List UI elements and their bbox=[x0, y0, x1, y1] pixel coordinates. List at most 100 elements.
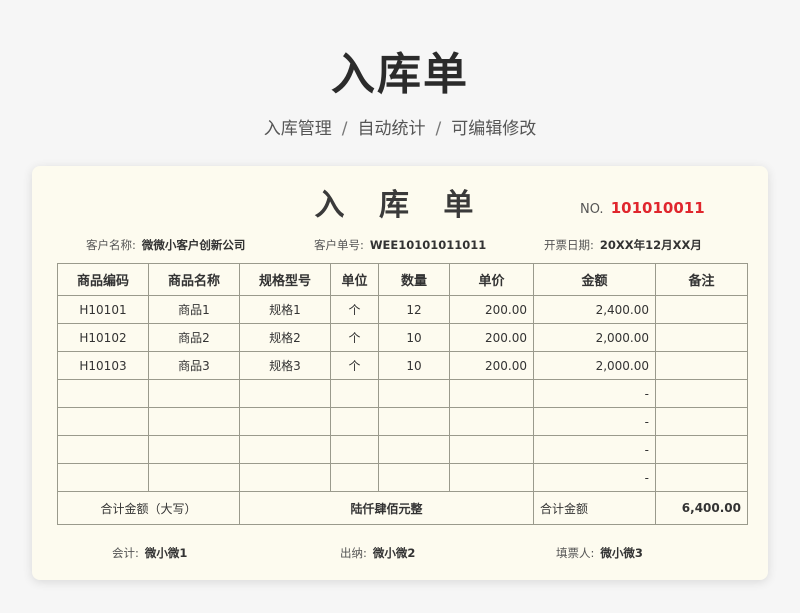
signature-cashier: 出纳: 微小微2 bbox=[340, 545, 415, 561]
cell-amount[interactable]: - bbox=[533, 435, 656, 464]
customer-name-value: 微微小客户创新公司 bbox=[141, 238, 246, 252]
cell-item-name[interactable]: 商品3 bbox=[148, 351, 240, 380]
cell-item-code[interactable] bbox=[57, 463, 149, 492]
cell-quantity[interactable]: 10 bbox=[378, 323, 450, 352]
table-row: H10103 商品3 规格3 个 10 200.00 2,000.00 bbox=[57, 351, 748, 380]
header-unit: 单位 bbox=[330, 263, 379, 296]
cell-spec[interactable] bbox=[239, 407, 331, 436]
issue-date-value: 20XX年12月XX月 bbox=[599, 238, 702, 252]
cell-item-name[interactable] bbox=[148, 379, 240, 408]
header-unit-price: 单价 bbox=[449, 263, 534, 296]
cell-item-code[interactable] bbox=[57, 435, 149, 464]
cell-quantity[interactable] bbox=[378, 379, 450, 408]
cell-quantity[interactable] bbox=[378, 463, 450, 492]
issuer-value: 微小微3 bbox=[600, 546, 643, 560]
cell-amount[interactable]: 2,000.00 bbox=[533, 323, 656, 352]
header-item-code: 商品编码 bbox=[57, 263, 149, 296]
cell-remark[interactable] bbox=[655, 379, 748, 408]
cell-quantity[interactable] bbox=[378, 435, 450, 464]
total-upper-label: 合计金额（大写） bbox=[57, 491, 240, 525]
customer-order-label: 客户单号: bbox=[314, 238, 364, 252]
table-row: - bbox=[57, 463, 748, 492]
customer-name: 客户名称: 微微小客户创新公司 bbox=[86, 237, 245, 253]
cell-unit-price[interactable]: 200.00 bbox=[449, 351, 534, 380]
subtitle-separator: / bbox=[341, 119, 348, 139]
header-remark: 备注 bbox=[655, 263, 748, 296]
header-amount: 金额 bbox=[533, 263, 656, 296]
table-row: H10101 商品1 规格1 个 12 200.00 2,400.00 bbox=[57, 295, 748, 324]
form-number-label: NO. bbox=[580, 202, 604, 217]
cell-item-name[interactable]: 商品1 bbox=[148, 295, 240, 324]
cell-quantity[interactable]: 12 bbox=[378, 295, 450, 324]
cell-spec[interactable] bbox=[239, 435, 331, 464]
form-number: NO. 101010011 bbox=[580, 199, 705, 217]
hero-subtitle: 入库管理 / 自动统计 / 可编辑修改 bbox=[0, 114, 800, 139]
cell-remark[interactable] bbox=[655, 407, 748, 436]
signature-issuer: 填票人: 微小微3 bbox=[556, 545, 643, 561]
cell-item-name[interactable] bbox=[148, 435, 240, 464]
hero-title: 入库单 bbox=[331, 49, 469, 100]
cell-item-name[interactable]: 商品2 bbox=[148, 323, 240, 352]
cell-amount[interactable]: 2,000.00 bbox=[533, 351, 656, 380]
cell-item-code[interactable]: H10101 bbox=[57, 295, 149, 324]
cell-item-name[interactable] bbox=[148, 463, 240, 492]
table-header-row: 商品编码 商品名称 规格型号 单位 数量 单价 金额 备注 bbox=[57, 263, 748, 296]
cell-unit[interactable] bbox=[330, 379, 379, 408]
cell-amount[interactable]: 2,400.00 bbox=[533, 295, 656, 324]
header-item-name: 商品名称 bbox=[148, 263, 240, 296]
cell-quantity[interactable]: 10 bbox=[378, 351, 450, 380]
cell-unit-price[interactable] bbox=[449, 407, 534, 436]
cell-unit[interactable] bbox=[330, 407, 379, 436]
customer-name-label: 客户名称: bbox=[86, 238, 136, 252]
cashier-value: 微小微2 bbox=[372, 546, 416, 560]
table-row: H10102 商品2 规格2 个 10 200.00 2,000.00 bbox=[57, 323, 748, 352]
cell-item-code[interactable]: H10102 bbox=[57, 323, 149, 352]
subtitle-part: 自动统计 bbox=[357, 119, 426, 139]
issuer-label: 填票人: bbox=[556, 546, 595, 560]
table-row: - bbox=[57, 379, 748, 408]
cell-unit-price[interactable]: 200.00 bbox=[449, 295, 534, 324]
cell-item-code[interactable] bbox=[57, 379, 149, 408]
cell-unit[interactable]: 个 bbox=[330, 295, 379, 324]
receipt-card: 入 库 单 NO. 101010011 客户名称: 微微小客户创新公司 客户单号:… bbox=[32, 166, 768, 580]
cell-amount[interactable]: - bbox=[533, 379, 656, 408]
issue-date: 开票日期: 20XX年12月XX月 bbox=[544, 237, 702, 253]
cell-unit-price[interactable] bbox=[449, 463, 534, 492]
cell-spec[interactable] bbox=[239, 379, 331, 408]
total-value[interactable]: 6,400.00 bbox=[655, 491, 748, 525]
cell-amount[interactable]: - bbox=[533, 463, 656, 492]
table-row: - bbox=[57, 407, 748, 436]
subtitle-part: 可编辑修改 bbox=[451, 119, 537, 139]
cell-remark[interactable] bbox=[655, 463, 748, 492]
header-quantity: 数量 bbox=[378, 263, 450, 296]
cell-quantity[interactable] bbox=[378, 407, 450, 436]
cell-unit[interactable]: 个 bbox=[330, 351, 379, 380]
cell-unit[interactable] bbox=[330, 463, 379, 492]
total-row: 合计金额（大写） 陆仟肆佰元整 合计金额 6,400.00 bbox=[57, 491, 748, 525]
cell-item-code[interactable]: H10103 bbox=[57, 351, 149, 380]
cell-spec[interactable]: 规格3 bbox=[239, 351, 331, 380]
cell-unit[interactable]: 个 bbox=[330, 323, 379, 352]
header-spec: 规格型号 bbox=[239, 263, 331, 296]
cell-unit[interactable] bbox=[330, 435, 379, 464]
form-number-value: 101010011 bbox=[610, 199, 705, 217]
customer-order-value: WEE10101011011 bbox=[369, 238, 487, 252]
cell-spec[interactable]: 规格1 bbox=[239, 295, 331, 324]
cell-unit-price[interactable] bbox=[449, 435, 534, 464]
accountant-value: 微小微1 bbox=[144, 546, 188, 560]
cell-remark[interactable] bbox=[655, 435, 748, 464]
cell-remark[interactable] bbox=[655, 323, 748, 352]
cell-remark[interactable] bbox=[655, 295, 748, 324]
total-upper-value[interactable]: 陆仟肆佰元整 bbox=[239, 491, 534, 525]
cell-item-code[interactable] bbox=[57, 407, 149, 436]
cell-amount[interactable]: - bbox=[533, 407, 656, 436]
cell-spec[interactable]: 规格2 bbox=[239, 323, 331, 352]
issue-date-label: 开票日期: bbox=[544, 238, 594, 252]
cell-remark[interactable] bbox=[655, 351, 748, 380]
table-row: - bbox=[57, 435, 748, 464]
cell-item-name[interactable] bbox=[148, 407, 240, 436]
cell-unit-price[interactable] bbox=[449, 379, 534, 408]
items-table: 商品编码 商品名称 规格型号 单位 数量 单价 金额 备注 H10101 商品1… bbox=[57, 263, 748, 525]
cell-unit-price[interactable]: 200.00 bbox=[449, 323, 534, 352]
cell-spec[interactable] bbox=[239, 463, 331, 492]
